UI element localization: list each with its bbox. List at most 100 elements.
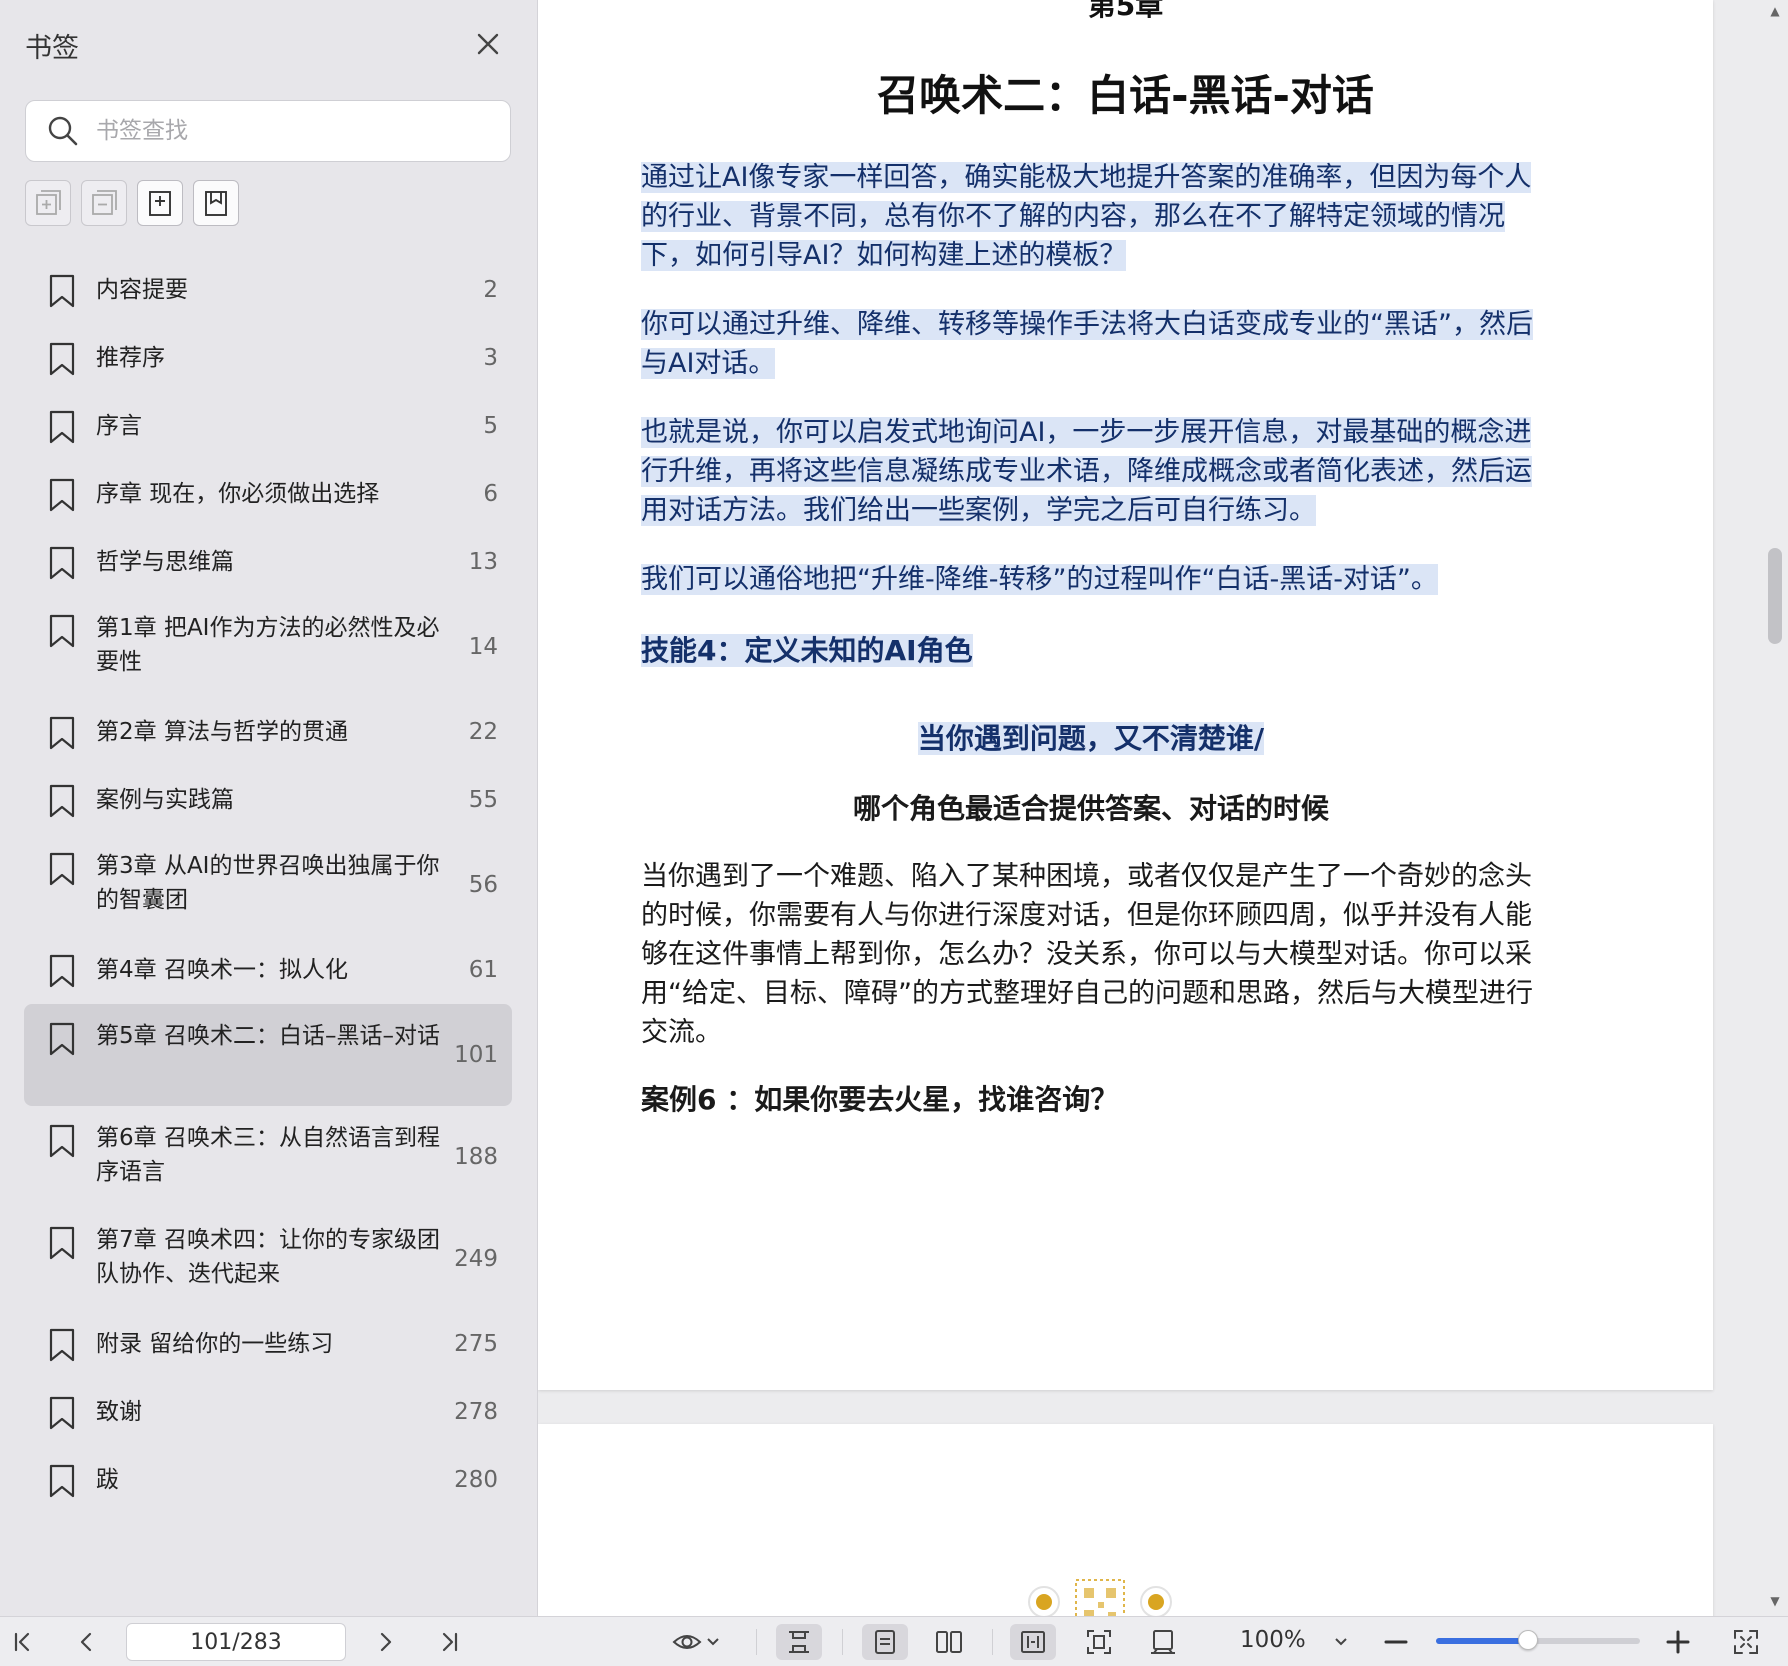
bookmark-page-number: 101 [454, 1042, 498, 1068]
bookmark-search[interactable] [25, 100, 511, 162]
zoom-out-button[interactable] [1376, 1624, 1416, 1660]
bottom-toolbar: 100% [0, 1616, 1788, 1666]
chevron-right-icon [380, 1632, 392, 1652]
bookmark-page-number: 14 [468, 634, 498, 660]
zoom-level[interactable]: 100% [1240, 1627, 1306, 1653]
search-icon [48, 116, 78, 146]
bookmark-page-button[interactable] [193, 180, 239, 226]
highlighted-paragraph[interactable]: 我们可以通俗地把“升维-降维-转移”的过程叫作“白话-黑话-对话”。 [641, 560, 1541, 599]
highlighted-paragraph[interactable]: 通过让AI像专家一样回答，确实能极大地提升答案的准确率，但因为每个人的行业、背景… [641, 158, 1541, 275]
bookmark-label: 案例与实践篇 [96, 787, 234, 813]
bookmark-page-number: 188 [454, 1144, 498, 1170]
bookmark-icon [49, 1022, 75, 1056]
add-bookmark-button[interactable] [137, 180, 183, 226]
skill-heading[interactable]: 技能4：定义未知的AI角色 [641, 629, 1541, 669]
bookmark-label: 内容提要 [96, 277, 188, 303]
bookmark-icon [49, 1464, 75, 1498]
bookmark-item[interactable]: 第2章 算法与哲学的贯通 22 [24, 698, 512, 766]
bookmark-page-number: 278 [454, 1399, 498, 1425]
prev-page-button[interactable] [66, 1624, 106, 1660]
bookmark-icon [49, 410, 75, 444]
bookmark-item[interactable]: 第3章 从AI的世界召唤出独属于你的智囊团 56 [24, 834, 512, 936]
bookmark-item[interactable]: 跋 280 [24, 1446, 512, 1514]
bookmark-icon [49, 716, 75, 750]
bookmark-item[interactable]: 第4章 召唤术一：拟人化 61 [24, 936, 512, 1004]
bookmark-label: 第4章 召唤术一：拟人化 [96, 957, 348, 983]
scroll-down-arrow[interactable]: ▼ [1768, 1594, 1782, 1608]
bookmark-label: 附录 留给你的一些练习 [96, 1331, 334, 1357]
bookmark-item[interactable]: 内容提要 2 [24, 256, 512, 324]
bookmark-label: 推荐序 [96, 345, 165, 371]
bookmark-label: 第1章 把AI作为方法的必然性及必要性 [96, 615, 440, 675]
zoom-slider-fill [1436, 1638, 1528, 1644]
bookmark-page-number: 3 [483, 345, 498, 371]
continuous-scroll-button[interactable] [776, 1624, 822, 1660]
bookmark-item[interactable]: 第1章 把AI作为方法的必然性及必要性 14 [24, 596, 512, 698]
zoom-slider[interactable] [1436, 1630, 1640, 1650]
bookmark-page-number: 280 [454, 1467, 498, 1493]
bookmark-tools [25, 180, 239, 226]
bookmark-icon [49, 784, 75, 818]
zoom-dropdown-button[interactable] [1326, 1624, 1356, 1660]
highlighted-paragraph[interactable]: 你可以通过升维、降维、转移等操作手法将大白话变成专业的“黑话”，然后与AI对话。 [641, 305, 1541, 383]
close-icon[interactable] [470, 26, 506, 62]
eye-mode-dropdown[interactable] [664, 1624, 728, 1660]
single-page-button[interactable] [862, 1624, 908, 1660]
subtitle-line-1[interactable]: 当你遇到问题，又不清楚谁/ [641, 717, 1541, 757]
rotate-page-icon [1151, 1630, 1175, 1654]
collapse-all-button[interactable] [81, 180, 127, 226]
bookmark-icon [49, 614, 75, 648]
bookmark-search-input[interactable] [96, 118, 476, 144]
bookmark-page-number: 2 [483, 277, 498, 303]
fullscreen-button[interactable] [1726, 1624, 1766, 1660]
expand-all-button[interactable] [25, 180, 71, 226]
bookmark-item[interactable]: 哲学与思维篇 13 [24, 528, 512, 596]
fit-width-button[interactable] [1010, 1624, 1056, 1660]
bookmark-item[interactable]: 序言 5 [24, 392, 512, 460]
fit-page-icon [1087, 1630, 1111, 1654]
vertical-scrollbar-thumb[interactable] [1768, 548, 1782, 644]
fit-page-button[interactable] [1076, 1624, 1122, 1660]
bookmark-label: 致谢 [96, 1399, 142, 1425]
fit-width-icon [1021, 1631, 1045, 1653]
plus-icon [1666, 1630, 1690, 1654]
bookmark-icon [49, 1396, 75, 1430]
bookmark-page-number: 6 [483, 481, 498, 507]
bookmark-label: 第5章 召唤术二：白话–黑话–对话 [96, 1023, 440, 1049]
bookmark-label: 第7章 召唤术四：让你的专家级团队协作、迭代起来 [96, 1227, 440, 1287]
bookmark-item[interactable]: 附录 留给你的一些练习 275 [24, 1310, 512, 1378]
scroll-up-arrow[interactable]: ▲ [1768, 4, 1782, 18]
bookmark-icon [49, 852, 75, 886]
first-page-button[interactable] [2, 1624, 42, 1660]
page-number-input[interactable] [126, 1623, 346, 1661]
next-page-button[interactable] [366, 1624, 406, 1660]
first-page-icon [14, 1632, 30, 1652]
bookmark-item[interactable]: 案例与实践篇 55 [24, 766, 512, 834]
subtitle-line-2: 哪个角色最适合提供答案、对话的时候 [852, 792, 1329, 825]
body-paragraph: 当你遇到了一个难题、陷入了某种困境，或者仅仅是产生了一个奇妙的念头的时候，你需要… [641, 861, 1533, 1048]
bookmark-sidebar: 书签 书签查找 内容提要 2 推荐序 3 序言 5 序章 现在，你必须做出选择 … [0, 0, 538, 1616]
chevron-left-icon [80, 1632, 92, 1652]
zoom-in-button[interactable] [1658, 1624, 1698, 1660]
bookmark-item[interactable]: 推荐序 3 [24, 324, 512, 392]
last-page-button[interactable] [430, 1624, 470, 1660]
bookmark-item[interactable]: 第5章 召唤术二：白话–黑话–对话 101 [24, 1004, 512, 1106]
bookmark-icon [49, 1226, 75, 1260]
document-viewer: 第5章 召唤术二：白话-黑话-对话 通过让AI像专家一样回答，确实能极大地提升答… [538, 0, 1788, 1616]
bookmark-label: 跋 [96, 1467, 119, 1493]
bookmark-page-number: 55 [468, 787, 498, 813]
bookmark-label: 第2章 算法与哲学的贯通 [96, 719, 348, 745]
bookmark-item[interactable]: 序章 现在，你必须做出选择 6 [24, 460, 512, 528]
zoom-slider-knob[interactable] [1517, 1630, 1538, 1650]
bookmark-item[interactable]: 致谢 278 [24, 1378, 512, 1446]
rotate-page-button[interactable] [1140, 1624, 1186, 1660]
highlighted-paragraph[interactable]: 也就是说，你可以启发式地询问AI，一步一步展开信息，对最基础的概念进行升维，再将… [641, 413, 1541, 530]
two-page-button[interactable] [926, 1624, 972, 1660]
fullscreen-icon [1734, 1630, 1758, 1654]
collapse-all-icon [92, 190, 117, 215]
bookmark-item[interactable]: 第7章 召唤术四：让你的专家级团队协作、迭代起来 249 [24, 1208, 512, 1310]
bookmark-item[interactable]: 第6章 召唤术三：从自然语言到程序语言 188 [24, 1106, 512, 1208]
chapter-title: 召唤术二：白话-黑话-对话 [877, 71, 1374, 120]
expand-all-icon [36, 190, 61, 215]
bookmark-icon [49, 1124, 75, 1158]
